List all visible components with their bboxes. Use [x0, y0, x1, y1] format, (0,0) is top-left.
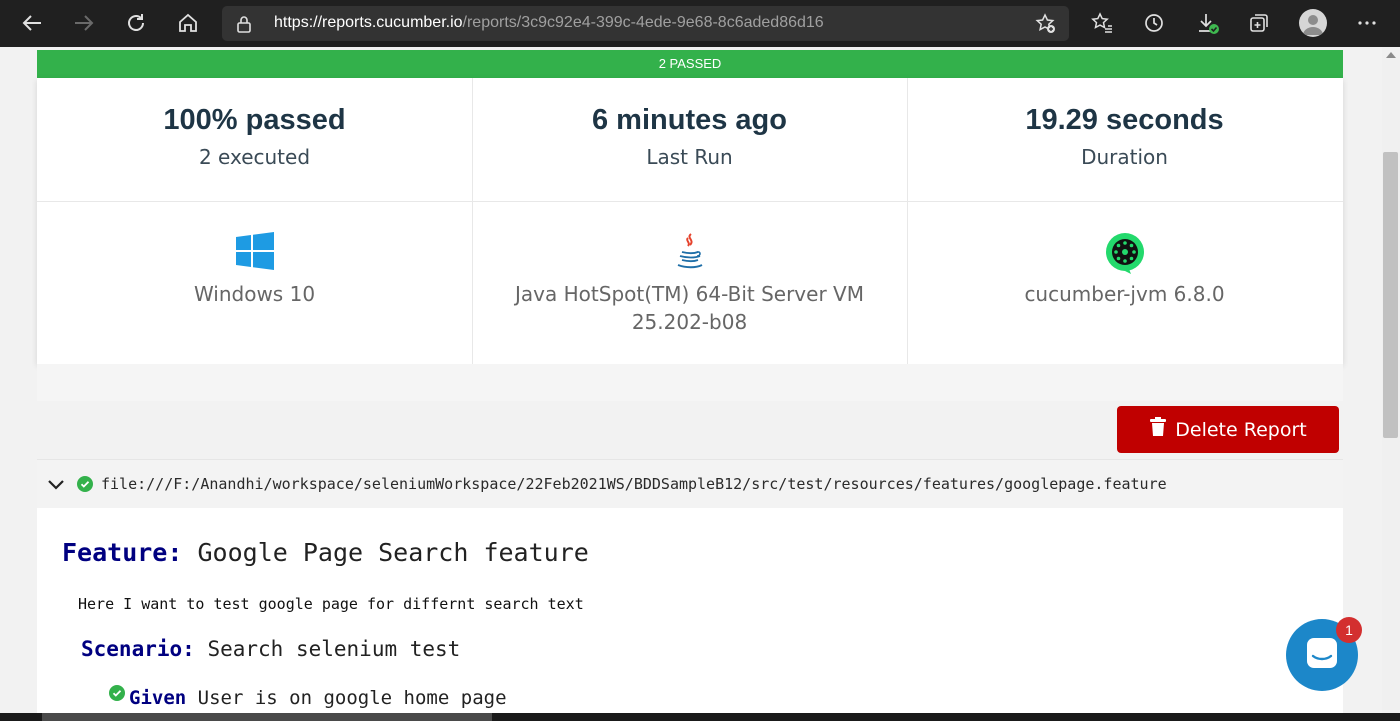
more-icon[interactable] — [1352, 8, 1382, 38]
passed-percentage: 100% passed — [163, 104, 346, 136]
url-path: /reports/3c9c92e4-399c-4ede-9e68-8c6aded… — [462, 14, 824, 31]
os-name: Windows 10 — [193, 282, 316, 306]
address-url: https://reports.cucumber.io/reports/3c9c… — [274, 14, 824, 32]
cucumber-logo-icon — [907, 232, 1342, 278]
scenario-keyword: Scenario: — [81, 637, 195, 661]
jvm-name: Java HotSpot(TM) 64-Bit Server VM — [515, 282, 864, 306]
scroll-up-arrow-icon[interactable] — [1386, 52, 1396, 58]
profile-avatar[interactable] — [1299, 9, 1327, 37]
feature-content: Feature: Google Page Search feature Here… — [37, 508, 1343, 721]
jvm-version: 25.202-b08 — [631, 310, 748, 334]
forward-icon[interactable] — [69, 8, 99, 38]
stat-last-run: 6 minutes ago Last Run — [472, 104, 907, 169]
passed-check-icon — [77, 476, 93, 496]
feature-file-path[interactable]: file:///F:/Anandhi/workspace/seleniumWor… — [101, 475, 1167, 493]
feature-description: Here I want to test google page for diff… — [78, 595, 584, 613]
feature-title: Feature: Google Page Search feature — [62, 538, 589, 567]
favorites-icon[interactable] — [1087, 8, 1117, 38]
add-favorite-icon[interactable] — [1035, 13, 1057, 39]
executed-count: 2 executed — [198, 145, 311, 169]
address-bar[interactable]: https://reports.cucumber.io/reports/3c9c… — [222, 6, 1069, 41]
last-run-label: Last Run — [646, 145, 733, 169]
home-icon[interactable] — [173, 8, 203, 38]
scenario-name: Search selenium test — [207, 637, 461, 661]
feature-file-header[interactable]: file:///F:/Anandhi/workspace/seleniumWor… — [37, 459, 1343, 508]
delete-report-label: Delete Report — [1175, 418, 1307, 441]
summary-card: 100% passed 2 executed 6 minutes ago Las… — [37, 78, 1343, 364]
duration-label: Duration — [1081, 145, 1168, 169]
stat-passed: 100% passed 2 executed — [37, 104, 472, 169]
duration-value: 19.29 seconds — [1025, 104, 1224, 136]
spacer-strip — [37, 364, 1343, 401]
feature-name: Google Page Search feature — [197, 538, 589, 567]
chat-icon — [1305, 636, 1339, 674]
stat-duration: 19.29 seconds Duration — [907, 104, 1342, 169]
divider — [37, 201, 1343, 202]
last-run-value: 6 minutes ago — [592, 104, 787, 136]
scrollbar-thumb[interactable] — [1383, 152, 1398, 438]
feature-keyword: Feature: — [62, 538, 183, 567]
delete-report-button[interactable]: Delete Report — [1117, 406, 1339, 453]
env-os: Windows 10 — [37, 232, 472, 308]
trash-icon — [1149, 417, 1167, 442]
java-logo-icon — [472, 232, 907, 274]
scenario-title: Scenario: Search selenium test — [81, 637, 460, 661]
step-keyword: Given — [129, 687, 187, 709]
downloads-icon[interactable] — [1193, 8, 1223, 38]
chat-unread-badge: 1 — [1336, 617, 1362, 643]
lock-icon[interactable] — [236, 15, 252, 37]
env-tool: cucumber-jvm 6.8.0 — [907, 232, 1342, 308]
step-passed-icon — [109, 684, 125, 706]
reload-icon[interactable] — [121, 8, 151, 38]
taskbar-segment — [42, 713, 492, 721]
chevron-down-icon[interactable] — [47, 477, 65, 496]
passed-banner: 2 PASSED — [37, 50, 1343, 78]
tool-name: cucumber-jvm 6.8.0 — [1024, 282, 1225, 306]
url-host: https://reports.cucumber.io — [274, 14, 463, 31]
windows-logo-icon — [37, 232, 472, 274]
history-icon[interactable] — [1139, 8, 1169, 38]
back-icon[interactable] — [17, 8, 47, 38]
taskbar — [0, 713, 1400, 721]
step-row: Given User is on google home page — [109, 684, 507, 710]
step-text: User is on google home page — [197, 687, 507, 709]
collections-icon[interactable] — [1244, 8, 1274, 38]
env-jvm: Java HotSpot(TM) 64-Bit Server VM 25.202… — [472, 232, 907, 336]
browser-toolbar: https://reports.cucumber.io/reports/3c9c… — [0, 0, 1400, 47]
